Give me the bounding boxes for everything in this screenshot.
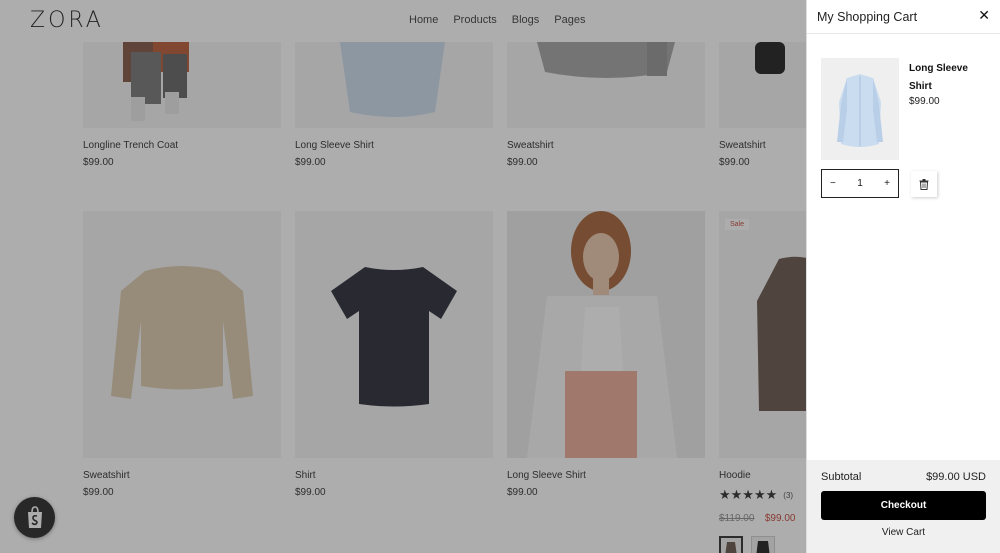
cart-drawer: My Shopping Cart ✕ Long Sleeve Shirt $99… (806, 0, 1000, 553)
increase-quantity-button[interactable]: + (884, 178, 890, 189)
remove-item-button[interactable] (911, 171, 937, 197)
quantity-value[interactable]: 1 (857, 178, 863, 189)
cart-item-name[interactable]: Long Sleeve Shirt (909, 60, 989, 96)
checkout-button[interactable]: Checkout (821, 491, 986, 520)
shirt-thumb-image (837, 74, 883, 147)
trash-icon (919, 178, 929, 190)
cart-header: My Shopping Cart ✕ (807, 0, 1000, 34)
subtotal-label: Subtotal (821, 471, 862, 483)
page-overlay[interactable] (0, 0, 806, 553)
view-cart-link[interactable]: View Cart (821, 527, 986, 538)
cart-item-price: $99.00 (909, 96, 940, 107)
subtotal-value: $99.00 USD (926, 471, 986, 483)
cart-footer: Subtotal $99.00 USD Checkout View Cart (807, 460, 1000, 553)
decrease-quantity-button[interactable]: − (830, 178, 836, 189)
close-icon[interactable]: ✕ (978, 7, 990, 24)
cart-title: My Shopping Cart (817, 10, 918, 24)
cart-item-image[interactable] (821, 58, 899, 160)
quantity-stepper: − 1 + (821, 169, 899, 198)
